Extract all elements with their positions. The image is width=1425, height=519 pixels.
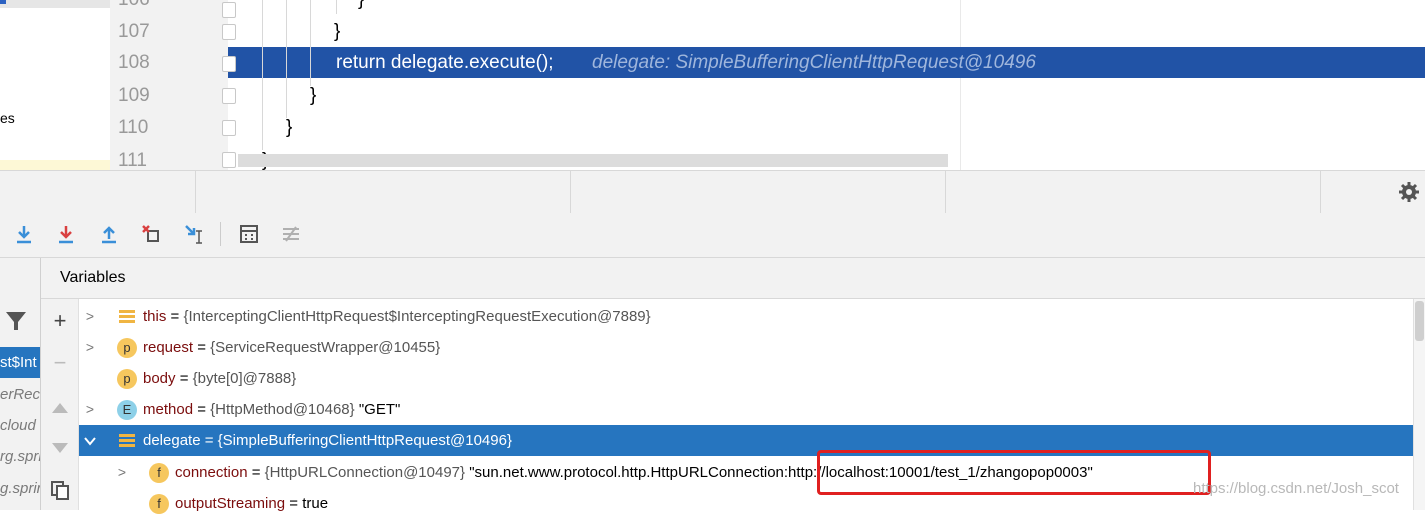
enum-badge-icon: E	[117, 400, 137, 420]
variable-row-selected[interactable]: delegate = {SimpleBufferingClientHttpReq…	[79, 425, 1413, 456]
fold-marker-icon[interactable]	[222, 88, 236, 104]
fold-marker-icon[interactable]	[222, 2, 236, 18]
tab-separator	[570, 170, 571, 213]
variable-value: {SimpleBufferingClientHttpRequest@10496}	[217, 432, 512, 449]
project-item-label[interactable]: es	[0, 110, 15, 126]
variable-row[interactable]: > p request = {ServiceRequestWrapper@104…	[79, 332, 1413, 363]
add-watch-icon[interactable]: +	[48, 308, 72, 333]
indent-guide	[286, 0, 287, 118]
drop-frame-icon[interactable]	[137, 220, 165, 248]
evaluate-expression-icon[interactable]	[235, 220, 263, 248]
variable-value: {HttpURLConnection@10497}	[264, 464, 466, 481]
copy-icon[interactable]	[48, 478, 72, 502]
url-highlight-box	[817, 450, 1211, 495]
toolbar-separator	[220, 222, 221, 246]
frame-item[interactable]: rg.spri	[0, 441, 40, 472]
step-over-icon[interactable]	[10, 220, 38, 248]
variable-name: outputStreaming	[175, 495, 286, 512]
fold-marker-icon[interactable]	[222, 56, 236, 72]
variable-value: {ServiceRequestWrapper@10455}	[210, 339, 441, 356]
line-number-current[interactable]: 108	[118, 47, 158, 79]
run-to-cursor-icon[interactable]	[180, 220, 208, 248]
code-line[interactable]: }	[334, 16, 340, 48]
chevron-right-icon[interactable]: >	[115, 457, 129, 488]
project-item-highlight	[0, 160, 110, 170]
right-margin-guide	[960, 0, 961, 170]
field-badge-icon: f	[149, 463, 169, 483]
variable-name: body	[143, 370, 176, 387]
debug-tab-strip	[0, 170, 1425, 214]
tab-separator	[945, 170, 946, 213]
parameter-badge-icon: p	[117, 338, 137, 358]
variable-row[interactable]: > this = {InterceptingClientHttpRequest$…	[79, 301, 1413, 332]
frame-item[interactable]: cloud	[0, 410, 40, 441]
variable-value: {byte[0]@7888}	[192, 370, 297, 387]
object-icon	[119, 310, 135, 323]
move-up-icon[interactable]	[48, 396, 72, 420]
fold-marker-icon[interactable]	[222, 24, 236, 40]
frame-item-selected[interactable]: st$Int	[0, 347, 40, 378]
chevron-right-icon[interactable]: >	[83, 301, 97, 332]
filter-icon[interactable]	[4, 308, 28, 334]
variable-value: {InterceptingClientHttpRequest$Intercept…	[183, 308, 651, 325]
step-into-icon[interactable]	[52, 220, 80, 248]
project-selection-marker	[0, 0, 6, 4]
frame-item[interactable]: erRec	[0, 379, 40, 410]
variable-string-value: "GET"	[358, 401, 401, 418]
watermark: https://blog.csdn.net/Josh_scot	[1193, 480, 1399, 497]
debugger-toolbar	[0, 213, 1425, 258]
chevron-down-icon[interactable]	[83, 425, 97, 456]
frame-item[interactable]: g.sprir	[0, 473, 40, 504]
line-number[interactable]: 107	[118, 16, 158, 48]
trace-icon[interactable]	[277, 220, 305, 248]
variable-name: method	[143, 401, 194, 418]
code-line[interactable]: }	[310, 80, 316, 112]
tab-separator	[195, 170, 196, 213]
variables-scrollbar-thumb[interactable]	[1415, 301, 1424, 341]
gear-icon[interactable]	[1397, 180, 1421, 204]
variable-name: connection	[175, 464, 248, 481]
variable-name: this	[143, 308, 167, 325]
tab-separator	[1320, 170, 1321, 213]
variable-value: true	[302, 495, 329, 512]
line-number[interactable]: 106	[118, 0, 158, 16]
remove-watch-icon[interactable]: −	[48, 350, 72, 375]
project-panel[interactable]	[0, 0, 111, 170]
inline-debug-value: delegate: SimpleBufferingClientHttpReque…	[592, 52, 1036, 73]
project-panel-header	[0, 0, 110, 8]
variables-header	[41, 258, 1425, 299]
code-line-current[interactable]: return delegate.execute();	[336, 47, 554, 78]
fold-marker-icon[interactable]	[222, 120, 236, 136]
fold-marker-icon[interactable]	[222, 152, 236, 168]
code-line[interactable]: }	[286, 112, 292, 144]
indent-guide	[262, 0, 263, 150]
indent-guide	[336, 0, 337, 14]
editor-horizontal-scrollbar[interactable]	[238, 154, 948, 167]
chevron-right-icon[interactable]: >	[83, 394, 97, 425]
variable-row[interactable]: > E method = {HttpMethod@10468} "GET"	[79, 394, 1413, 425]
parameter-badge-icon: p	[117, 369, 137, 389]
indent-guide	[310, 0, 311, 86]
line-number[interactable]: 110	[118, 112, 158, 144]
field-badge-icon: f	[149, 494, 169, 514]
variable-value: {HttpMethod@10468}	[210, 401, 355, 418]
variable-row[interactable]: p body = {byte[0]@7888}	[79, 363, 1413, 394]
step-out-icon[interactable]	[95, 220, 123, 248]
variable-name: delegate	[143, 432, 201, 449]
line-number[interactable]: 109	[118, 80, 158, 112]
variables-title: Variables	[60, 269, 126, 286]
variable-name: request	[143, 339, 194, 356]
object-icon	[119, 434, 135, 447]
move-down-icon[interactable]	[48, 436, 72, 460]
code-line[interactable]: }	[358, 0, 364, 16]
chevron-right-icon[interactable]: >	[83, 332, 97, 363]
